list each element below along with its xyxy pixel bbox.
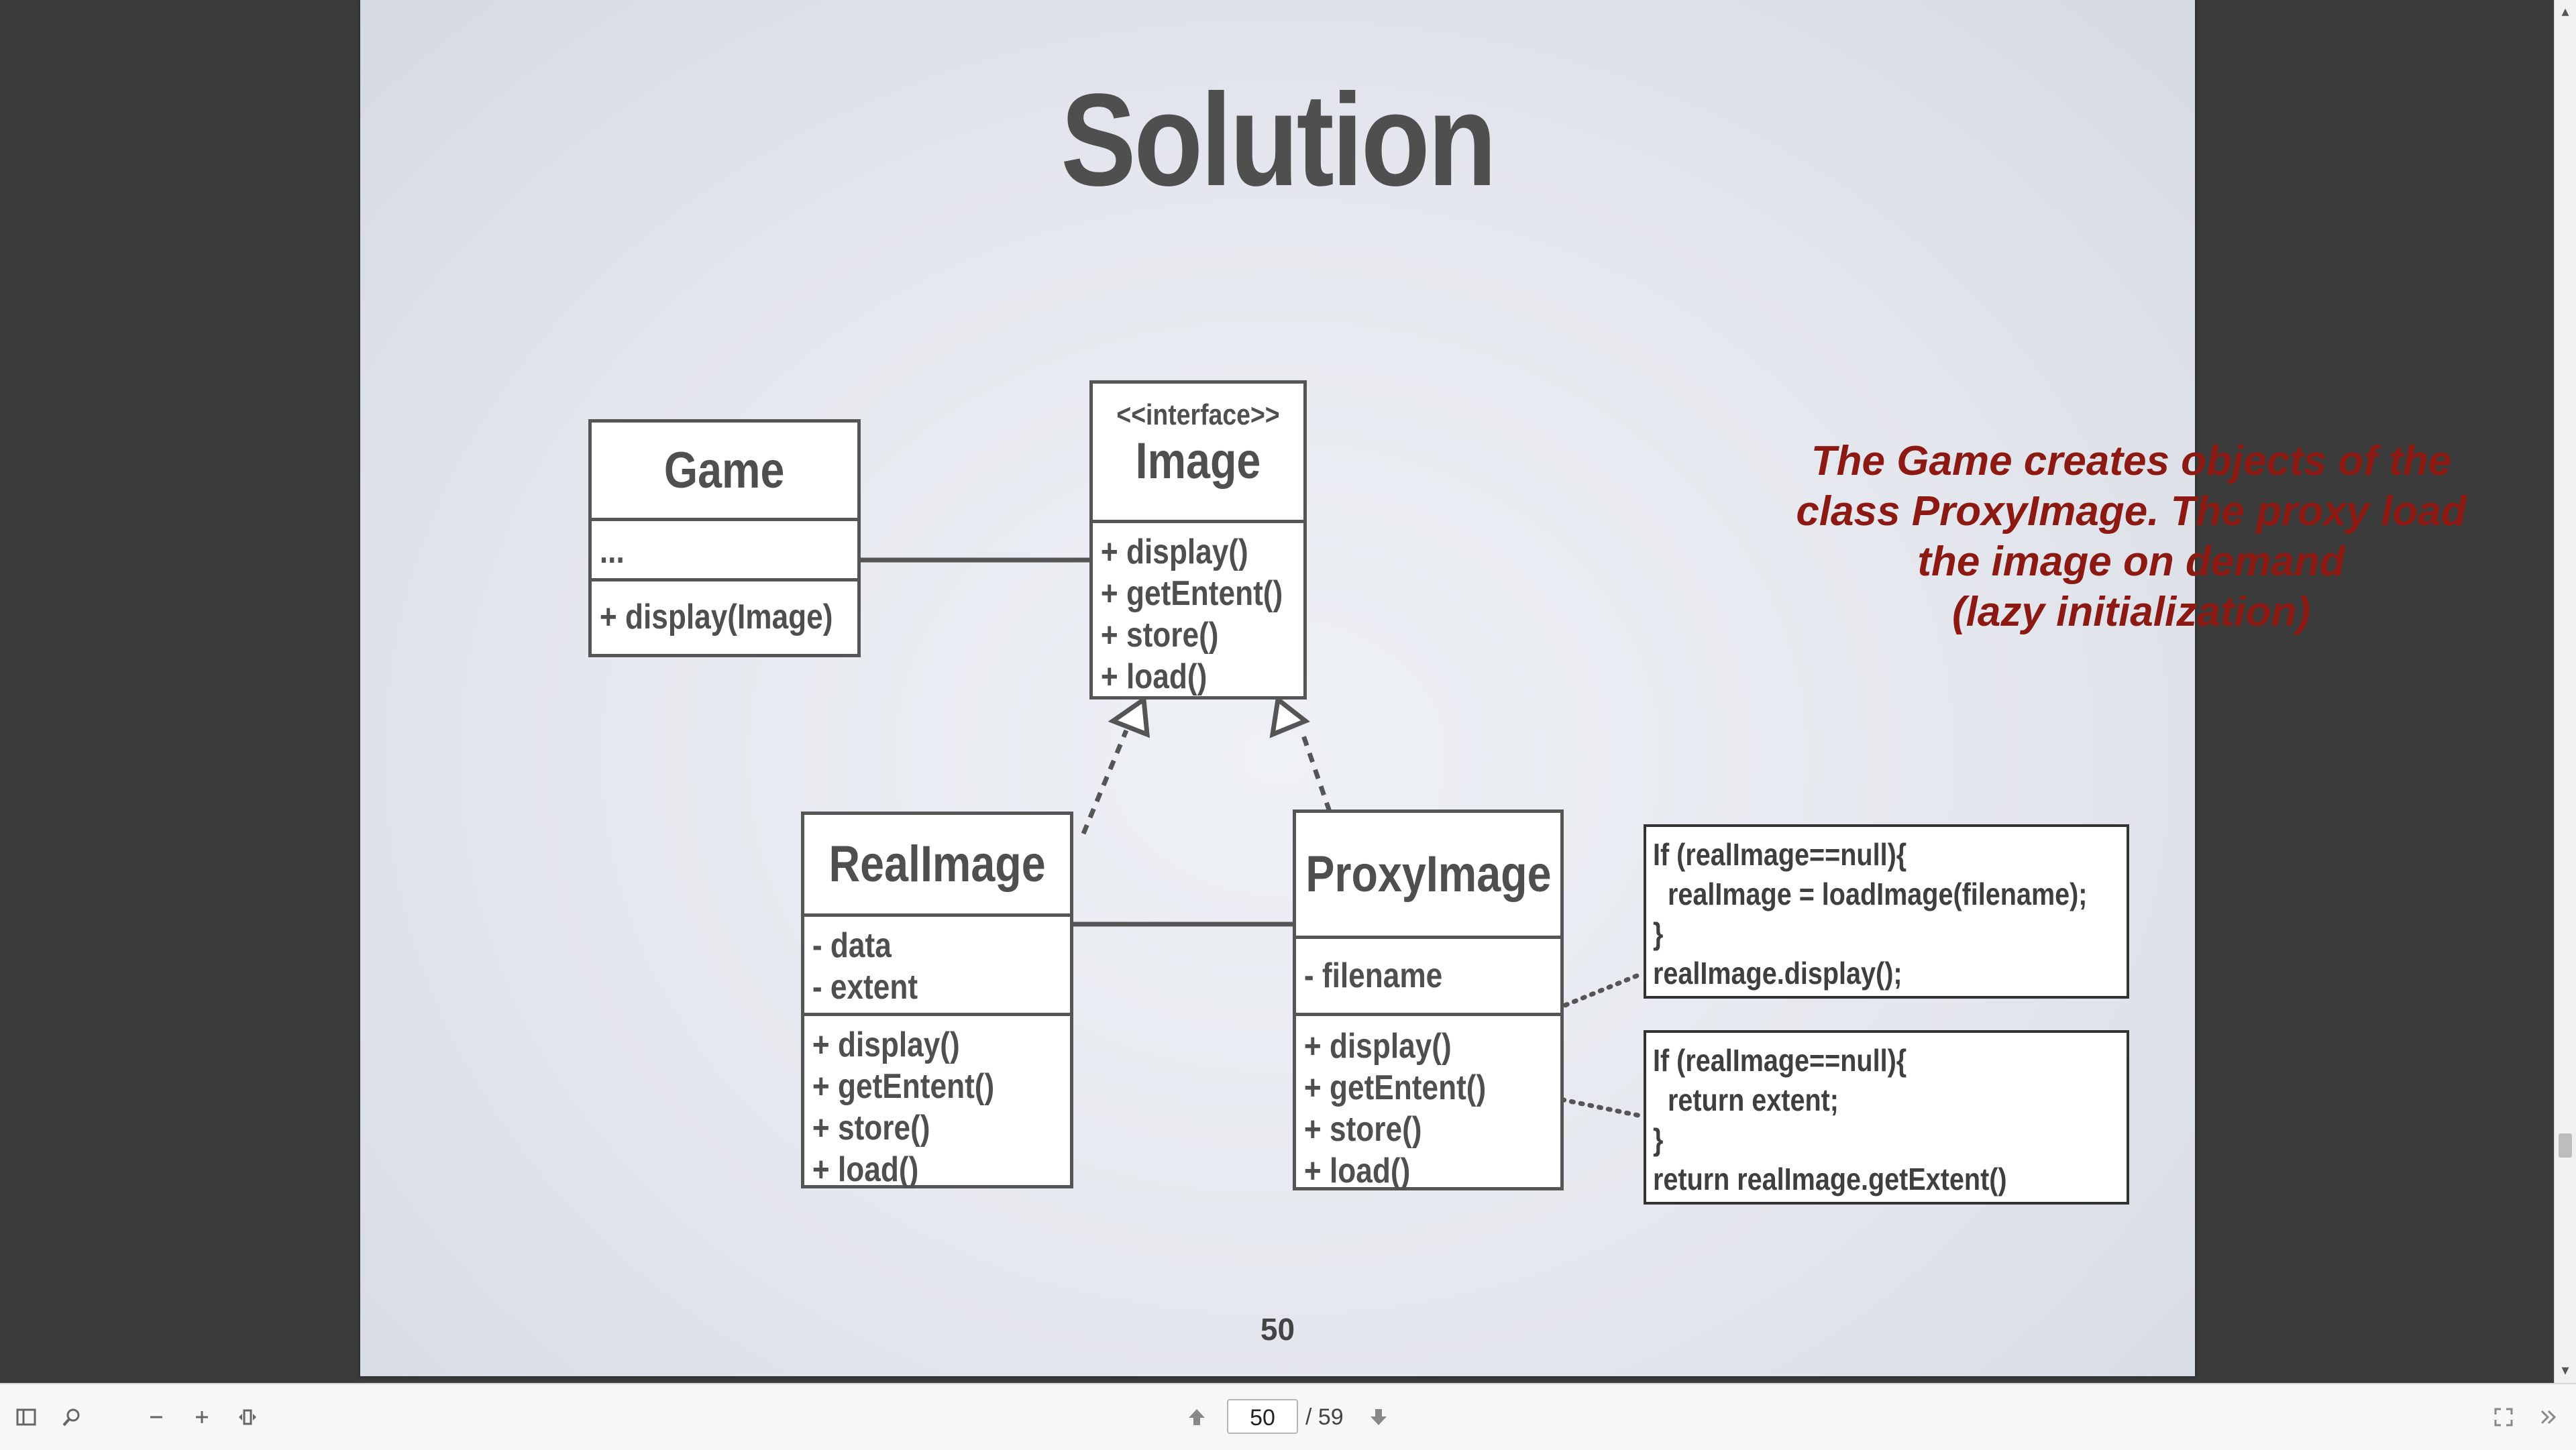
class-name: Image (1135, 433, 1261, 490)
note-line: If (realImage==null){ (1653, 837, 1907, 872)
stereotype-label: <<interface>> (1116, 398, 1280, 431)
slide-page: Solution Game ... + display(Image) <<int… (360, 0, 2467, 1376)
class-method: + load() (812, 1150, 919, 1189)
search-icon[interactable] (54, 1399, 90, 1435)
class-realimage: RealImage - data - extent + display() + … (801, 812, 1073, 1189)
class-method: + getEntent() (1100, 574, 1283, 613)
class-method: + load() (1303, 1152, 1411, 1190)
previous-page-icon[interactable] (1179, 1399, 1215, 1435)
note-display: If (realImage==null){ realImage = loadIm… (1644, 824, 2129, 999)
class-name: RealImage (828, 836, 1046, 893)
scroll-down-icon[interactable]: ▾ (2555, 1361, 2576, 1379)
class-method: + load() (1100, 657, 1208, 696)
class-method: + display() (812, 1025, 960, 1064)
class-method: + display(Image) (599, 598, 833, 636)
scroll-thumb[interactable] (2559, 1133, 2572, 1158)
class-attribute: - filename (1303, 956, 1443, 995)
class-method: + display() (1303, 1027, 1452, 1066)
class-game: Game ... + display(Image) (588, 419, 861, 657)
note-line: If (realImage==null){ (1653, 1043, 1907, 1078)
note-line: } (1653, 916, 1664, 951)
page-total-label: / 59 (1305, 1404, 1344, 1430)
viewer-toolbar: 50 / 59 (0, 1383, 2576, 1450)
class-proxyimage: ProxyImage - filename + display() + getE… (1293, 810, 1564, 1190)
annotation-line: The Game creates objects of the (1811, 438, 2452, 484)
note-line: return realImage.getExtent() (1653, 1162, 2007, 1196)
scroll-up-icon[interactable]: ▴ (2555, 3, 2576, 20)
annotation-line: the image on demand (1917, 539, 2345, 585)
vertical-scrollbar[interactable]: ▴ ▾ (2554, 0, 2576, 1383)
note-line: return extent; (1653, 1082, 1839, 1117)
next-page-icon[interactable] (1360, 1399, 1397, 1435)
note-line: realImage = loadImage(filename); (1653, 877, 2088, 911)
annotation-text: The Game creates objects of the class Pr… (1782, 436, 2480, 637)
fit-page-icon[interactable] (229, 1399, 266, 1435)
class-method: + getEntent() (1303, 1068, 1487, 1107)
annotation-line: (lazy initialization) (1952, 589, 2310, 635)
class-method: + getEntent() (812, 1067, 995, 1106)
interface-image: <<interface>> Image + display() + getEnt… (1089, 380, 1307, 700)
class-attribute: - extent (812, 968, 918, 1007)
class-name: Game (664, 441, 785, 499)
note-line: realImage.display(); (1653, 956, 1902, 991)
fullscreen-icon[interactable] (2485, 1399, 2522, 1435)
class-method: + store() (812, 1109, 930, 1148)
zoom-out-icon[interactable] (138, 1399, 174, 1435)
class-method: + store() (1303, 1110, 1422, 1149)
note-getextent: If (realImage==null){ return extent; } r… (1644, 1030, 2129, 1205)
page-number-input[interactable]: 50 (1227, 1399, 1298, 1434)
annotation-line: class ProxyImage. The proxy load (1796, 488, 2467, 535)
document-viewer: Solution Game ... + display(Image) <<int… (0, 0, 2555, 1383)
slide-page-number: 50 (1260, 1312, 1295, 1347)
more-tools-icon[interactable] (2530, 1399, 2567, 1435)
class-method: + display() (1100, 533, 1248, 571)
class-attribute: ... (599, 532, 625, 571)
class-method: + store() (1100, 616, 1219, 655)
note-line: } (1653, 1122, 1664, 1157)
sidebar-toggle-icon[interactable] (8, 1399, 44, 1435)
class-name: ProxyImage (1305, 846, 1552, 903)
class-attribute: - data (812, 926, 892, 965)
zoom-in-icon[interactable] (184, 1399, 220, 1435)
